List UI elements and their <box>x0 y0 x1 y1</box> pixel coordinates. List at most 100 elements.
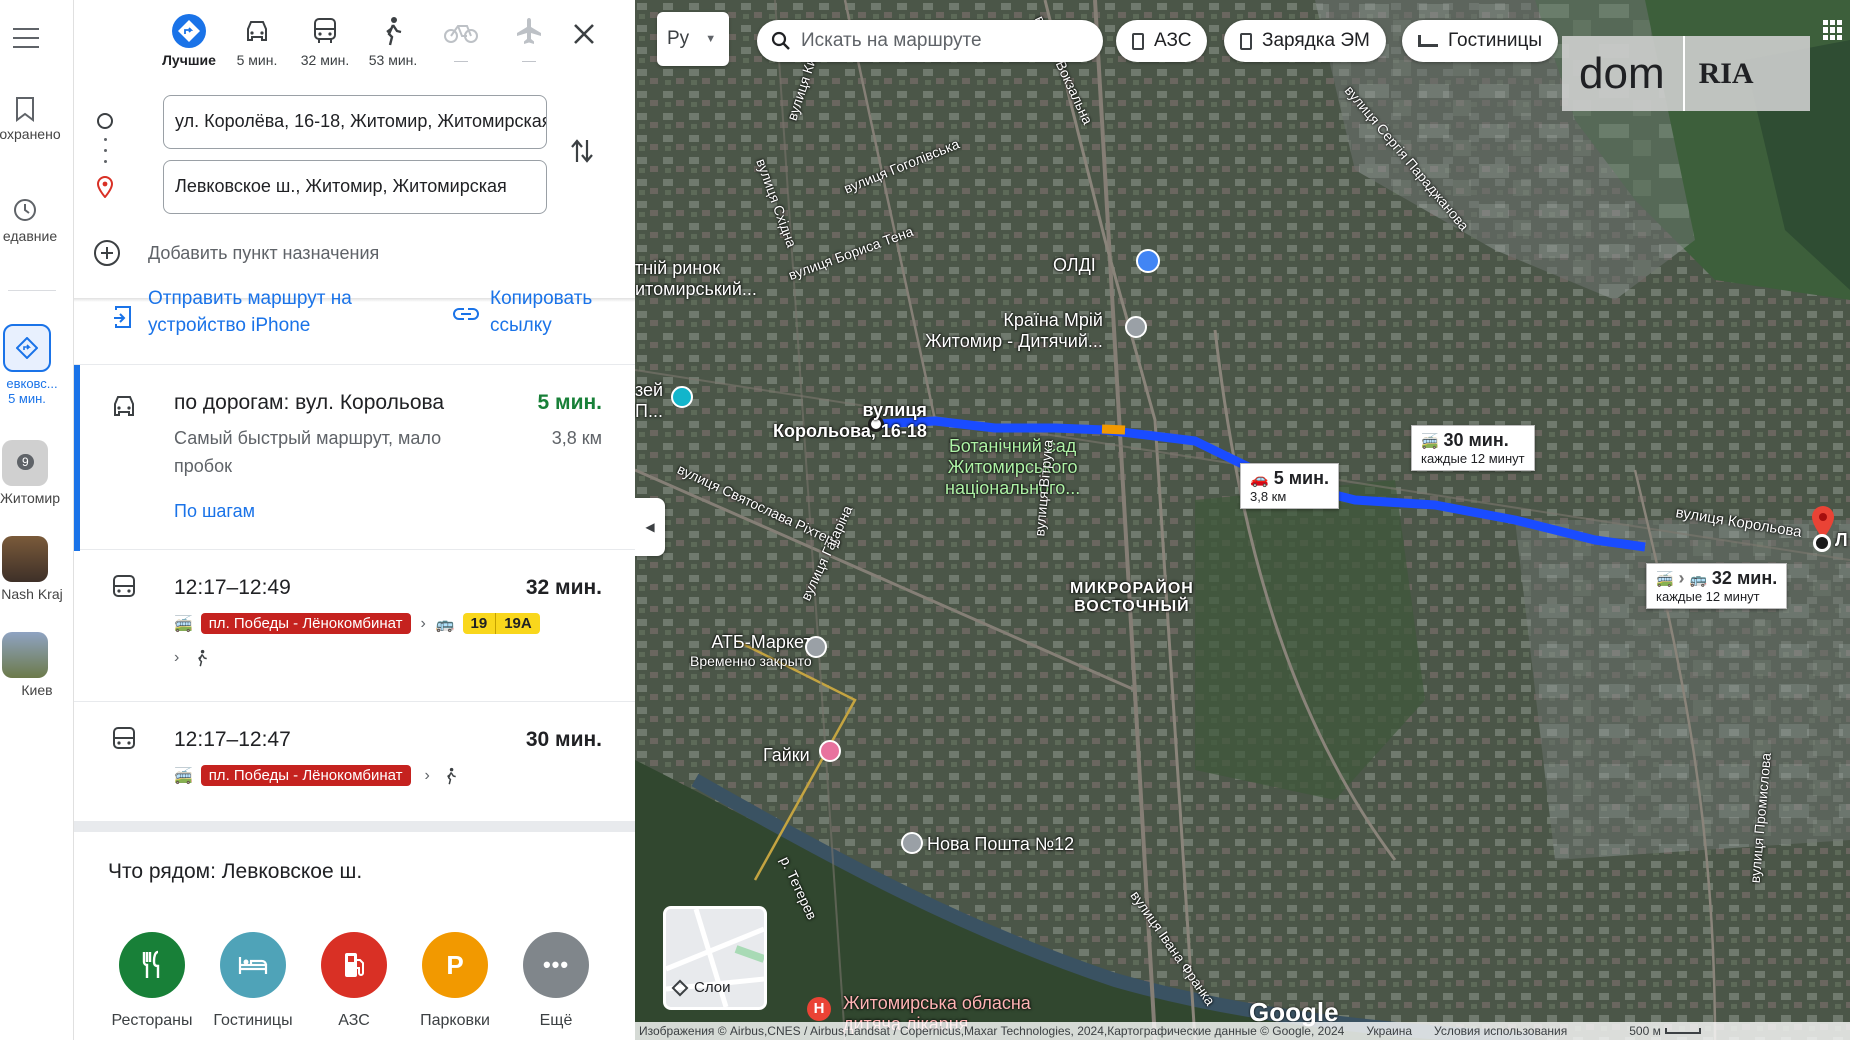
parking-icon: P <box>422 932 488 998</box>
attribution-bar: Изображения © Airbus,CNES / Airbus,Lands… <box>635 1022 1850 1040</box>
destination-ring <box>1813 534 1831 552</box>
copy-link-button[interactable]: Копировать ссылку <box>452 282 632 342</box>
label-market: тній ринок итомирський... <box>635 258 757 299</box>
rail-kiev[interactable]: Киев <box>0 632 74 698</box>
satellite-map[interactable]: вулиця Корольова, 16-18 тній ринок итомир… <box>635 0 1850 1040</box>
terms-link[interactable]: Условия использования <box>1434 1024 1567 1038</box>
nearby-parking-label: Парковки <box>420 1012 490 1029</box>
close-directions-button[interactable] <box>570 20 598 48</box>
layers-button[interactable]: Слои <box>663 906 767 1010</box>
origin-map-label: вулиця Корольова, 16-18 <box>773 400 927 442</box>
rail-divider <box>8 290 56 291</box>
walk-icon <box>198 649 208 667</box>
chevron-right-icon: › <box>424 766 430 784</box>
nearby-hotels[interactable]: Гостиницы <box>203 932 303 1030</box>
route-car-steps-link[interactable]: По шагам <box>174 501 255 522</box>
close-icon <box>574 24 594 44</box>
trolleybus-icon: 🚎 <box>1421 433 1439 449</box>
mode-best[interactable]: Лучшие <box>154 10 224 68</box>
language-selector[interactable]: Ру ▼ <box>657 12 729 66</box>
add-destination-label: Добавить пункт назначения <box>148 242 380 263</box>
mode-walk[interactable]: 53 мин. <box>358 10 428 68</box>
transit-icon <box>113 575 135 597</box>
hotel-icon <box>1418 35 1438 47</box>
add-destination-button[interactable]: Добавить пункт назначения <box>92 238 379 268</box>
nearby-more[interactable]: ••• Ещё <box>506 932 606 1030</box>
rail-nashkraj[interactable]: Nash Kraj <box>0 536 74 602</box>
send-to-phone-line1: Отправить маршрут на <box>148 288 352 309</box>
copy-link-line2: ссылку <box>490 315 552 336</box>
route-card-transit-2[interactable]: 12:17–12:47 30 мин. 🚎 пл. Победы - Лёнок… <box>74 702 635 822</box>
lodging-pin-icon[interactable] <box>819 740 841 762</box>
rail-destination-time: 5 мин. <box>8 391 46 406</box>
route-car-desc-line1: Самый быстрый маршрут, мало <box>174 428 442 448</box>
section-divider <box>74 822 635 832</box>
chip-ev-charging[interactable]: Зарядка ЭМ <box>1224 20 1386 62</box>
trolleybus-icon: 🚎 <box>1656 571 1674 587</box>
transit30-tooltip[interactable]: 🚎 30 мин. каждые 12 минут <box>1411 425 1535 471</box>
add-circle-icon <box>94 240 120 266</box>
car-route-tooltip[interactable]: 🚗 5 мин. 3,8 км <box>1240 463 1339 509</box>
search-icon <box>771 31 790 50</box>
destination-input[interactable]: Левковское ш., Житомир, Житомирская <box>163 160 547 214</box>
rail-zhytomyr[interactable]: 9 Житомир <box>0 440 74 506</box>
chip-hotels-label: Гостиницы <box>1448 30 1543 51</box>
label-atb: АТБ-Маркет Временно закрыто <box>690 632 812 669</box>
walk-icon <box>386 17 402 46</box>
mode-bicycle[interactable]: — <box>426 10 496 68</box>
post-pin-icon[interactable] <box>901 832 923 854</box>
route-search-placeholder: Искать на маршруте <box>801 30 982 51</box>
rail-recent-destination[interactable]: евковс... 5 мин. <box>0 324 74 406</box>
transit32-tooltip[interactable]: 🚎 › 🚌 32 мин. каждые 12 минут <box>1646 563 1788 609</box>
mode-flight[interactable]: — <box>494 10 564 68</box>
shopping-cart-pin-icon[interactable] <box>805 636 827 658</box>
chevron-down-icon: ▼ <box>705 33 717 45</box>
apps-grid-icon[interactable] <box>1823 20 1843 40</box>
send-to-phone-button[interactable]: Отправить маршрут на устройство iPhone <box>110 282 370 342</box>
watermark-dom: dom <box>1579 48 1665 98</box>
car-icon: 🚗 <box>1250 471 1269 488</box>
route-dots <box>104 138 107 168</box>
chip-gas-stations[interactable]: АЗС <box>1116 20 1208 62</box>
swap-icon <box>571 139 593 163</box>
scale-label: 500 м <box>1629 1024 1661 1038</box>
nearby-gas-stations-label: АЗС <box>338 1012 370 1029</box>
route-car-title: по дорогам: вул. Корольова <box>174 391 445 414</box>
layers-icon <box>671 979 689 996</box>
nearby-gas-stations[interactable]: АЗС <box>304 932 404 1030</box>
label-kraina: Країна Мрій Житомир - Дитячий... <box>925 310 1103 351</box>
swap-button[interactable] <box>569 136 595 171</box>
route-card-transit-1[interactable]: 12:17–12:49 32 мин. 🚎 пл. Победы - Лёнок… <box>74 550 635 702</box>
shopping-pin-icon[interactable] <box>1136 249 1160 273</box>
chip-hotels[interactable]: Гостиницы <box>1402 20 1559 62</box>
route-card-car[interactable]: по дорогам: вул. Корольова 5 мин. Самый … <box>74 364 635 551</box>
hospital-pin-icon[interactable]: H <box>807 997 831 1021</box>
origin-map-label-line2: Корольова, 16-18 <box>773 421 927 441</box>
transit1-walk-leg: › <box>174 648 209 668</box>
collapse-panel-button[interactable]: ◀ <box>635 498 665 556</box>
label-museum: зей П... <box>635 380 664 421</box>
place-pin-icon[interactable] <box>1125 316 1147 338</box>
link-icon <box>453 308 479 320</box>
chip-gas-stations-label: АЗС <box>1154 30 1192 51</box>
side-rail: охранено едавние евковс... 5 мин. 9 Жито… <box>0 0 74 1040</box>
museum-pin-icon[interactable] <box>671 386 693 408</box>
nearby-restaurants[interactable]: Рестораны <box>102 932 202 1030</box>
mode-bicycle-label: — <box>454 52 468 68</box>
nearby-more-label: Ещё <box>539 1012 573 1029</box>
send-to-phone-line2: устройство iPhone <box>148 315 311 336</box>
tooltip-transit32-time: 32 мин. <box>1711 568 1778 588</box>
mode-car[interactable]: 5 мин. <box>222 10 292 68</box>
label-nova-poshta: Нова Пошта №12 <box>927 834 1075 854</box>
recent-button[interactable]: едавние <box>0 196 74 244</box>
label-microdistrict: МИКРОРАЙОН ВОСТОЧНЫЙ <box>1070 580 1194 615</box>
saved-button[interactable]: охранено <box>0 96 74 142</box>
mode-transit[interactable]: 32 мин. <box>290 10 360 68</box>
origin-input[interactable]: ул. Королёва, 16-18, Житомир, Житомирска… <box>163 95 547 149</box>
route-search-input[interactable]: Искать на маршруте <box>757 20 1103 62</box>
destination-pin-icon <box>96 176 114 198</box>
menu-icon[interactable] <box>13 28 39 48</box>
chevron-left-icon: ◀ <box>645 520 655 534</box>
country-label: Украина <box>1366 1024 1413 1038</box>
nearby-parking[interactable]: P Парковки <box>405 932 505 1030</box>
